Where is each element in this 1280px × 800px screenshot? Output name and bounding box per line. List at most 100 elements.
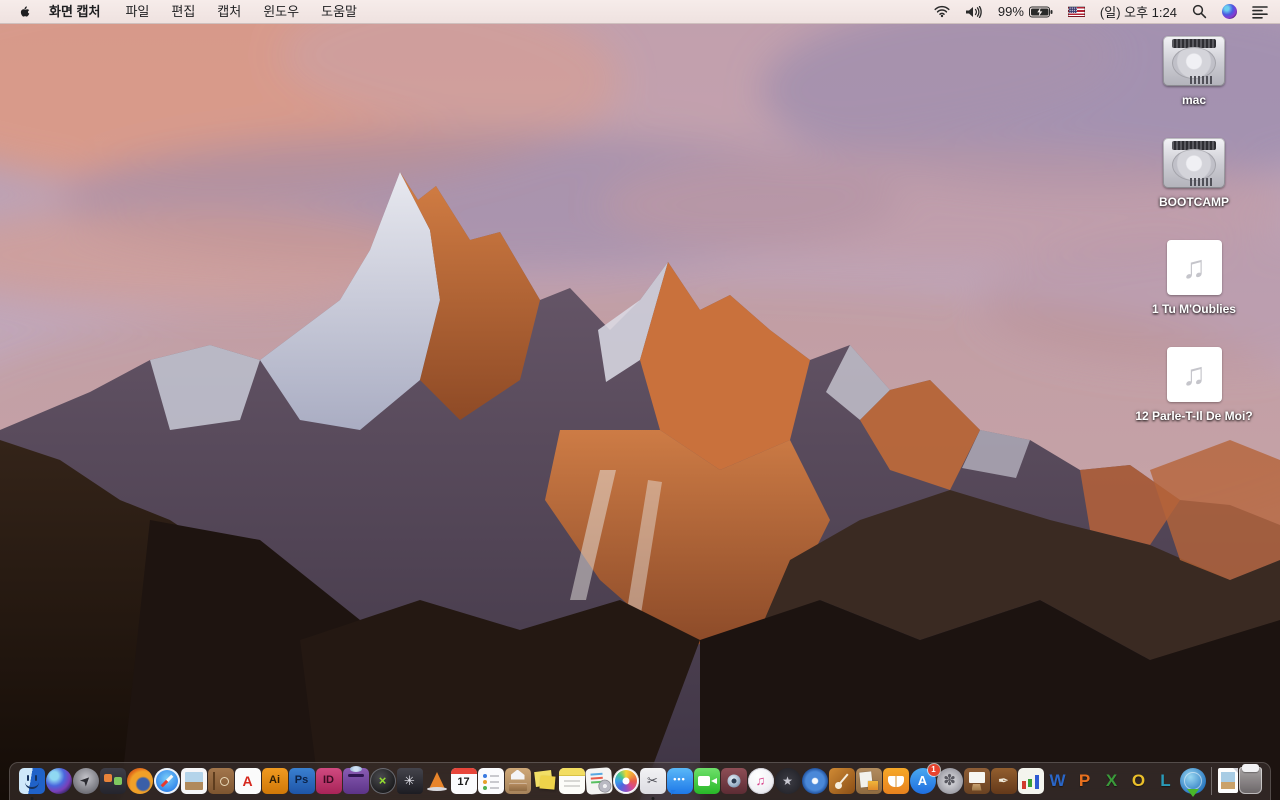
dock-messages-icon[interactable]: •••: [666, 767, 693, 794]
dock-mission-control-icon[interactable]: [99, 767, 126, 794]
dock-siri-icon[interactable]: [45, 767, 72, 794]
desktop-icon-parle-t-il-de-moi[interactable]: ♫ 12 Parle-T-Il De Moi?: [1130, 347, 1258, 424]
menu-bar-left: 화면 캡처 파일 편집 캡처 윈도우 도움말: [0, 0, 368, 24]
dock-preview-icon[interactable]: [180, 767, 207, 794]
disk-tool-glyph: ✳: [404, 773, 415, 788]
hd-vents: [1190, 76, 1214, 84]
dock-microsoft-excel-icon[interactable]: X: [1099, 768, 1125, 794]
dock-launchpad-icon[interactable]: ➤: [72, 767, 99, 794]
dock-keynote-09-icon[interactable]: [963, 767, 990, 794]
dock-disk-tool-icon[interactable]: ✳: [396, 767, 423, 794]
siri-icon[interactable]: [1222, 4, 1237, 19]
dock-app-store-icon[interactable]: A1: [909, 763, 940, 794]
microsoft-lync-glyph: L: [1160, 771, 1171, 790]
spotlight-search-icon[interactable]: [1192, 4, 1207, 19]
hd-platter: [1172, 149, 1216, 181]
music-note-glyph: ♫: [1182, 356, 1206, 392]
menu-app[interactable]: 화면 캡처: [38, 0, 114, 24]
dock-system-preferences-icon[interactable]: ✽: [936, 767, 963, 794]
microsoft-word-glyph: W: [1049, 771, 1066, 790]
notification-badge: 1: [927, 763, 940, 776]
audio-file-icon: ♫: [1166, 347, 1222, 402]
battery-status[interactable]: 99%: [998, 4, 1053, 19]
desktop-icon-mac[interactable]: mac: [1130, 36, 1258, 108]
microsoft-outlook-glyph: O: [1131, 771, 1146, 790]
imovie-glyph: ★: [782, 773, 793, 788]
system-preferences-glyph: ✽: [943, 772, 956, 789]
desktop-icon-bootcamp[interactable]: BOOTCAMP: [1130, 138, 1258, 210]
music-note-glyph: ♫: [1182, 249, 1206, 285]
dock-vlc-icon[interactable]: [424, 768, 450, 794]
photoshop-glyph: Ps: [294, 774, 309, 786]
launchpad-glyph: ➤: [76, 771, 95, 790]
apple-menu-icon[interactable]: [12, 4, 38, 20]
wifi-icon[interactable]: [934, 5, 950, 18]
dock-microsoft-outlook-icon[interactable]: O: [1126, 768, 1152, 794]
dock-ibooks-icon[interactable]: [882, 767, 909, 794]
dock-divx-icon[interactable]: ×: [369, 767, 396, 794]
menu-edit[interactable]: 편집: [160, 0, 206, 24]
calendar-glyph: 17: [457, 776, 470, 788]
battery-percent: 99%: [997, 4, 1024, 19]
dock-notes-icon[interactable]: [558, 767, 585, 794]
dock-facetime-icon[interactable]: [693, 767, 720, 794]
desktop-icon-tu-moublies[interactable]: ♫ 1 Tu M'Oublies: [1130, 240, 1258, 317]
microsoft-powerpoint-glyph: P: [1078, 771, 1091, 790]
menu-window[interactable]: 윈도우: [252, 0, 310, 24]
dock-illustrator-icon[interactable]: Ai: [261, 767, 288, 794]
dock-installer-documents-icon[interactable]: [584, 766, 613, 795]
dock-trash-icon[interactable]: [1238, 764, 1262, 794]
dock-container: ➤ A Ai Ps ID × ✳ 17 ✂ ••• ♫ ★ A 1 ✽ ✒ W P X O L: [9, 762, 1271, 800]
dock-toast-titanium-icon[interactable]: [342, 765, 369, 794]
apple-icon: [20, 5, 30, 17]
dock-calendar-icon[interactable]: 17: [450, 767, 477, 794]
acrobat-reader-glyph: A: [242, 772, 253, 789]
desktop-icon-label: 1 Tu M'Oublies: [1152, 302, 1236, 316]
desktop-icon-label: 12 Parle-T-Il De Moi?: [1135, 409, 1253, 423]
notification-center-icon[interactable]: [1252, 5, 1268, 19]
dock-contacts-icon[interactable]: [207, 767, 234, 794]
hd-platter: [1172, 47, 1216, 79]
dock-dvd-player-icon[interactable]: [801, 767, 828, 794]
dock-pages-09-icon[interactable]: ✒: [990, 767, 1017, 794]
desktop-icons: mac BOOTCAMP ♫ 1 Tu M'Oublies ♫ 12 Parle-T-Il…: [1130, 36, 1258, 454]
dock-screen-capture-grab-icon[interactable]: ✂: [639, 767, 666, 800]
dock-stickies-icon[interactable]: [532, 768, 558, 794]
dock-photo-booth-icon[interactable]: [720, 767, 747, 794]
macos-desktop: 화면 캡처 파일 편집 캡처 윈도우 도움말 99% (일) 오후 1:24 m…: [0, 0, 1280, 800]
indesign-glyph: ID: [323, 774, 334, 786]
microsoft-excel-glyph: X: [1105, 771, 1118, 790]
menu-capture[interactable]: 캡처: [206, 0, 252, 24]
pages-09-glyph: ✒: [998, 773, 1009, 788]
dock-reminders-icon[interactable]: [477, 767, 504, 794]
dock-firefox-icon[interactable]: [126, 767, 153, 794]
dock-microsoft-powerpoint-icon[interactable]: P: [1072, 768, 1098, 794]
dock-microsoft-lync-icon[interactable]: L: [1153, 768, 1179, 794]
menu-help[interactable]: 도움말: [310, 0, 368, 24]
dock-office-chart-tool-icon[interactable]: [1017, 767, 1044, 794]
dock-archive-utility-icon[interactable]: [504, 767, 531, 794]
dock-safari-icon[interactable]: [153, 767, 180, 794]
dock-photos-icon[interactable]: [612, 767, 639, 794]
dock-finder-icon[interactable]: [18, 767, 45, 800]
input-source-us-flag-icon[interactable]: [1067, 6, 1085, 17]
itunes-glyph: ♫: [755, 773, 766, 788]
audio-file-icon: ♫: [1166, 240, 1222, 295]
dock-download-manager-icon[interactable]: [1179, 767, 1206, 794]
dock-garageband-icon[interactable]: [828, 767, 855, 794]
volume-icon[interactable]: [965, 5, 983, 18]
app-menus: 화면 캡처 파일 편집 캡처 윈도우 도움말: [38, 0, 368, 24]
dock: ➤ A Ai Ps ID × ✳ 17 ✂ ••• ♫ ★ A 1 ✽ ✒ W P X O L: [9, 762, 1271, 800]
menu-file[interactable]: 파일: [114, 0, 160, 24]
dock-acrobat-reader-icon[interactable]: A: [234, 767, 261, 794]
dock-downloads-stack-icon[interactable]: [1217, 768, 1238, 793]
dock-itunes-icon[interactable]: ♫: [747, 767, 774, 794]
dock-microsoft-word-icon[interactable]: W: [1045, 768, 1071, 794]
running-indicator: [30, 796, 33, 800]
dock-news-collage-app-icon[interactable]: [855, 767, 882, 794]
menu-bar-clock[interactable]: (일) 오후 1:24: [1100, 2, 1177, 21]
dock-imovie-icon[interactable]: ★: [774, 767, 801, 794]
dock-photoshop-icon[interactable]: Ps: [288, 767, 315, 794]
dock-indesign-icon[interactable]: ID: [315, 767, 342, 794]
desktop-wallpaper: [0, 0, 1280, 800]
